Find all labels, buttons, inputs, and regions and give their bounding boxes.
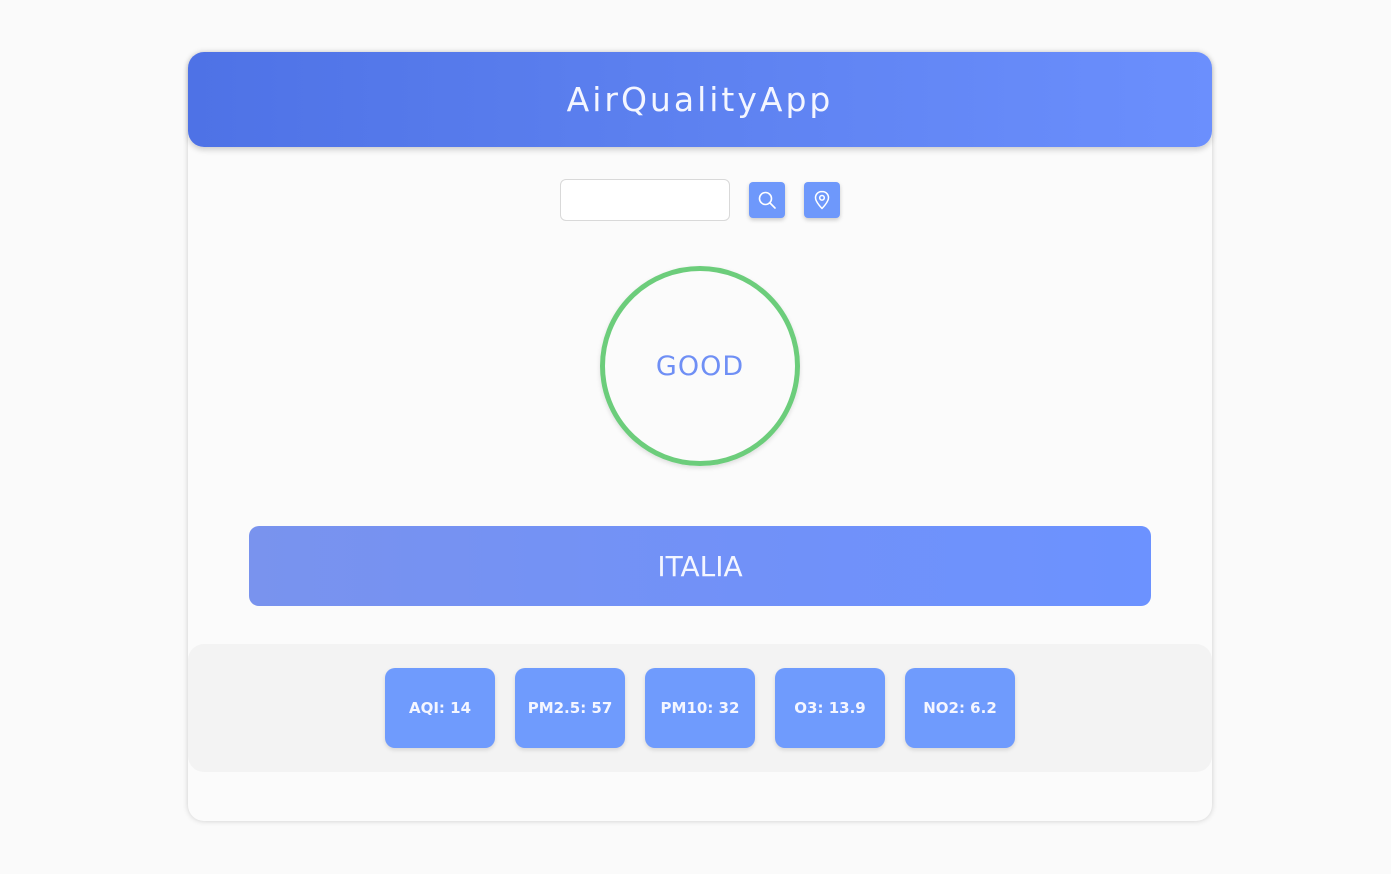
app-card: AirQualityApp GOOD ITALIA AQI: 14 PM2.5:… (188, 52, 1212, 821)
metric-pm25-text: PM2.5: 57 (527, 699, 613, 717)
locate-me-button[interactable] (804, 182, 840, 218)
metric-pm10: PM10: 32 (645, 668, 755, 748)
search-button[interactable] (749, 182, 785, 218)
metric-aqi: AQI: 14 (385, 668, 495, 748)
metric-no2: NO2: 6.2 (905, 668, 1015, 748)
city-search-input[interactable] (560, 179, 730, 221)
location-banner: ITALIA (249, 526, 1151, 606)
app-header: AirQualityApp (188, 52, 1212, 147)
search-icon (758, 191, 776, 209)
metrics-panel: AQI: 14 PM2.5: 57 PM10: 32 O3: 13.9 NO2:… (188, 644, 1212, 772)
metric-pm10-text: PM10: 32 (660, 699, 740, 717)
metric-o3: O3: 13.9 (775, 668, 885, 748)
search-bar (560, 179, 840, 221)
metric-aqi-text: AQI: 14 (408, 699, 472, 717)
metric-o3-text: O3: 13.9 (794, 699, 866, 717)
air-quality-status-label: GOOD (655, 350, 745, 382)
air-quality-status-ring: GOOD (600, 266, 800, 466)
metric-no2-text: NO2: 6.2 (923, 699, 997, 717)
map-pin-icon (814, 190, 830, 210)
location-name: ITALIA (657, 549, 743, 583)
app-title: AirQualityApp (566, 80, 834, 119)
metric-pm25: PM2.5: 57 (515, 668, 625, 748)
